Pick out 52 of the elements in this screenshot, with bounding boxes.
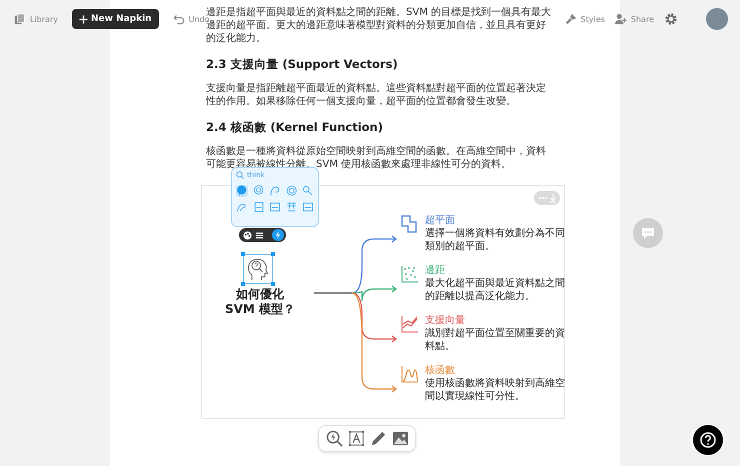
plus-icon (78, 14, 88, 24)
icon-option[interactable] (269, 185, 281, 197)
comment-button[interactable] (633, 218, 663, 248)
styles-button[interactable]: Styles (564, 13, 605, 25)
icon-option[interactable] (302, 201, 314, 213)
branch-description: 使用核函數將資料映射到高維空間以實現線性可分性。 (425, 377, 565, 403)
image-icon[interactable] (392, 430, 408, 447)
avatar[interactable] (706, 8, 728, 30)
puzzle-shape-icon (401, 215, 419, 233)
undo-icon (172, 13, 185, 25)
section-heading: 2.4 核函數 (Kernel Function) (206, 120, 384, 135)
search-icon (236, 171, 244, 179)
icon-option[interactable] (252, 201, 264, 213)
chat-bubble-icon (641, 226, 655, 240)
paragraph: 支援向量是指距離超平面最近的資料點。這些資料點對超平面的位置起著決定性的作用。如果移除任何一個支援向量，超平面的位置都會發生改變。 (206, 82, 547, 108)
lightning-icon[interactable] (272, 229, 284, 241)
topic-title: 如何優化 SVM 模型？ (224, 287, 296, 317)
branch-description: 最大化超平面與最近資料點之間的距離以提高泛化能力。 (425, 277, 565, 303)
branch-title: 邊距 (425, 264, 446, 277)
branch-title: 核函數 (425, 364, 456, 377)
branch-title: 支援向量 (425, 314, 466, 327)
icon-option[interactable] (236, 201, 248, 213)
library-icon (14, 13, 26, 25)
brush-icon (564, 13, 577, 25)
icon-option[interactable] (286, 185, 298, 197)
help-button[interactable] (693, 425, 723, 455)
icon-option[interactable] (302, 185, 314, 197)
share-button[interactable]: Share (614, 13, 654, 25)
add-person-icon (614, 13, 627, 25)
head-question-icon (245, 256, 271, 282)
branch-title: 超平面 (425, 214, 456, 227)
palette-icon[interactable] (243, 230, 252, 240)
text-box-icon[interactable] (348, 430, 364, 447)
pencil-icon[interactable] (370, 430, 386, 447)
menu-icon[interactable] (255, 230, 264, 240)
branch-description: 識別對超平面位置至關重要的資料點。 (425, 327, 565, 353)
icon-option[interactable] (252, 185, 264, 197)
question-mark-icon (700, 432, 716, 448)
connector-line (314, 292, 352, 294)
section-heading: 2.3 支援向量 (Support Vectors) (206, 57, 399, 72)
library-link[interactable]: Library (14, 13, 58, 25)
icon-option[interactable] (236, 185, 248, 197)
new-napkin-button[interactable]: New Napkin (72, 9, 159, 29)
branch-description: 選擇一個將資料有效劃分為不同類別的超平面。 (425, 227, 565, 253)
search-icon[interactable] (326, 430, 342, 447)
bell-curve-icon (401, 365, 419, 383)
icon-option[interactable] (269, 201, 281, 213)
scatter-plot-icon (401, 265, 419, 283)
settings-icon[interactable] (664, 12, 678, 26)
line-chart-icon (401, 315, 419, 333)
selection-frame[interactable] (243, 254, 273, 284)
icon-option[interactable] (286, 201, 298, 213)
